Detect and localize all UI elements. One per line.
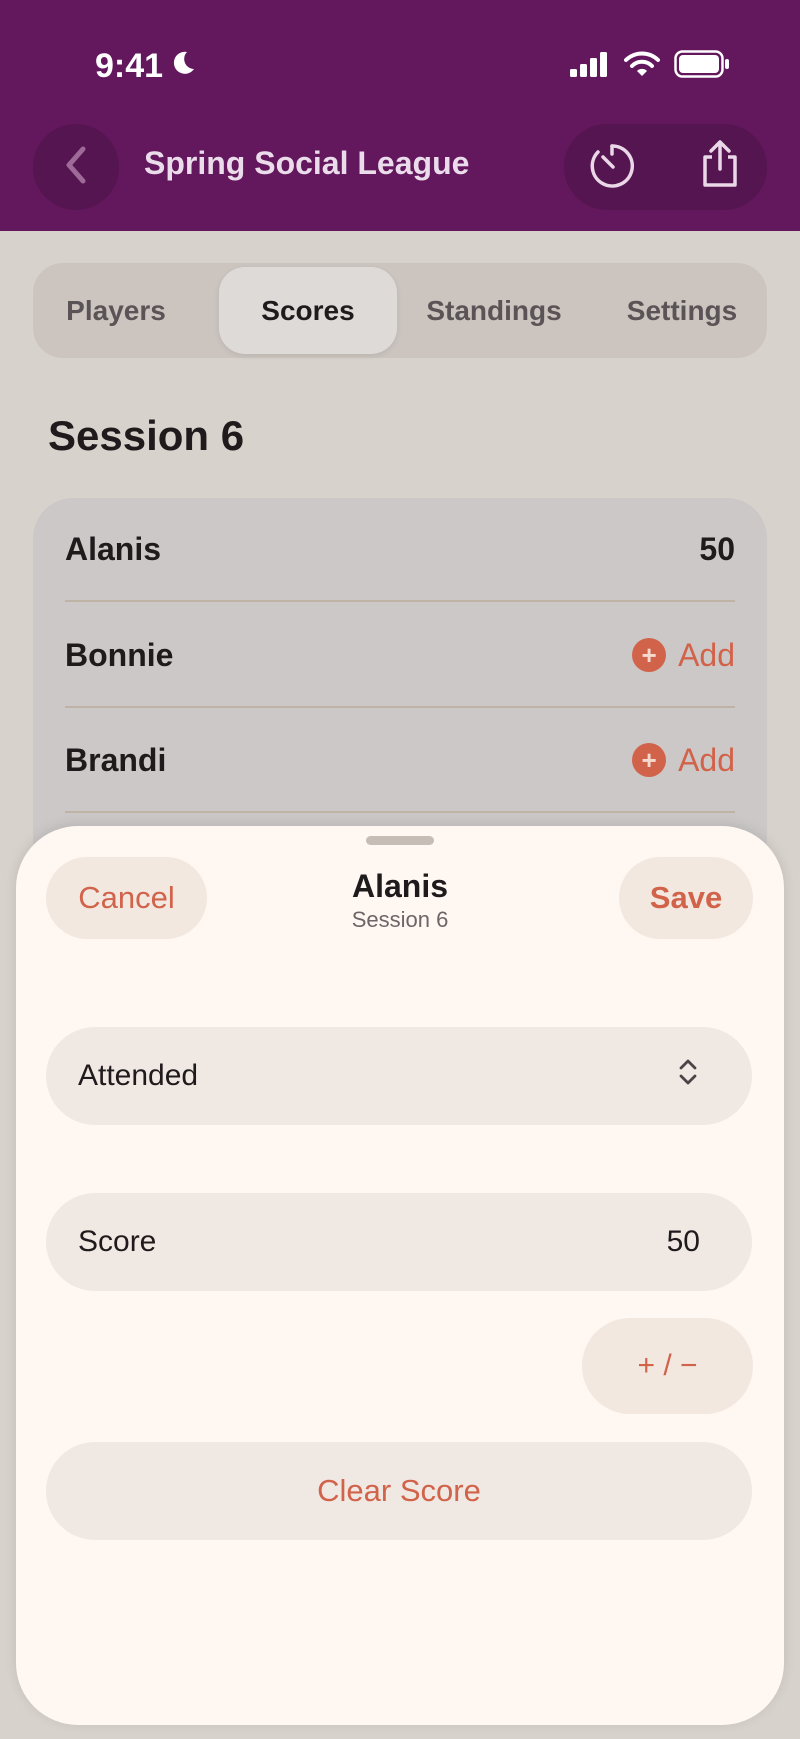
score-label: Score: [78, 1225, 157, 1258]
segmented-tabs: Players Scores Standings Settings: [33, 263, 767, 358]
player-name: Bonnie: [65, 636, 174, 673]
timer-icon: [588, 142, 636, 195]
list-item[interactable]: Brandi + Add: [65, 709, 735, 813]
list-item[interactable]: Bonnie + Add: [65, 604, 735, 708]
add-label: Add: [678, 741, 735, 778]
back-button[interactable]: [33, 124, 119, 210]
add-score-button[interactable]: + Add: [632, 742, 735, 779]
timer-button[interactable]: [586, 142, 638, 194]
status-bar-time: 9:41: [95, 44, 197, 88]
chevron-left-icon: [61, 145, 91, 190]
plus-circle-icon: +: [632, 638, 667, 672]
sheet-grabber[interactable]: [366, 836, 434, 845]
header-title: Spring Social League: [144, 145, 470, 181]
app-header: 9:41 Spring Social League: [0, 0, 800, 231]
session-title: Session 6: [48, 412, 245, 459]
battery-icon: [674, 49, 730, 83]
moon-icon: [169, 47, 197, 86]
score-value: 50: [666, 1225, 700, 1258]
share-button[interactable]: [694, 138, 746, 194]
player-score: 50: [699, 530, 735, 567]
attendance-value: Attended: [78, 1059, 199, 1092]
status-icons: [570, 48, 730, 84]
tab-players[interactable]: Players: [37, 267, 195, 354]
edit-score-sheet: Cancel Alanis Session 6 Save Attended Sc…: [16, 826, 784, 1725]
share-icon: [699, 139, 741, 194]
attendance-picker[interactable]: Attended: [46, 1027, 752, 1125]
player-name: Brandi: [65, 741, 167, 778]
score-field[interactable]: Score 50: [46, 1193, 752, 1291]
sign-toggle-button[interactable]: + / −: [582, 1318, 753, 1414]
chevron-up-down-icon: [676, 1056, 700, 1096]
clear-score-button[interactable]: Clear Score: [46, 1442, 752, 1540]
tab-standings[interactable]: Standings: [413, 267, 575, 354]
wifi-icon: [624, 50, 660, 83]
list-item[interactable]: Alanis 50: [65, 498, 735, 602]
save-button[interactable]: Save: [619, 857, 753, 939]
tab-scores[interactable]: Scores: [219, 267, 397, 354]
add-score-button[interactable]: + Add: [632, 637, 735, 674]
tab-settings[interactable]: Settings: [601, 267, 763, 354]
player-name: Alanis: [65, 530, 162, 567]
cellular-signal-icon: [570, 51, 610, 82]
header-actions: [564, 124, 767, 210]
add-label: Add: [678, 636, 735, 673]
clock-text: 9:41: [95, 46, 164, 85]
plus-circle-icon: +: [632, 743, 667, 777]
